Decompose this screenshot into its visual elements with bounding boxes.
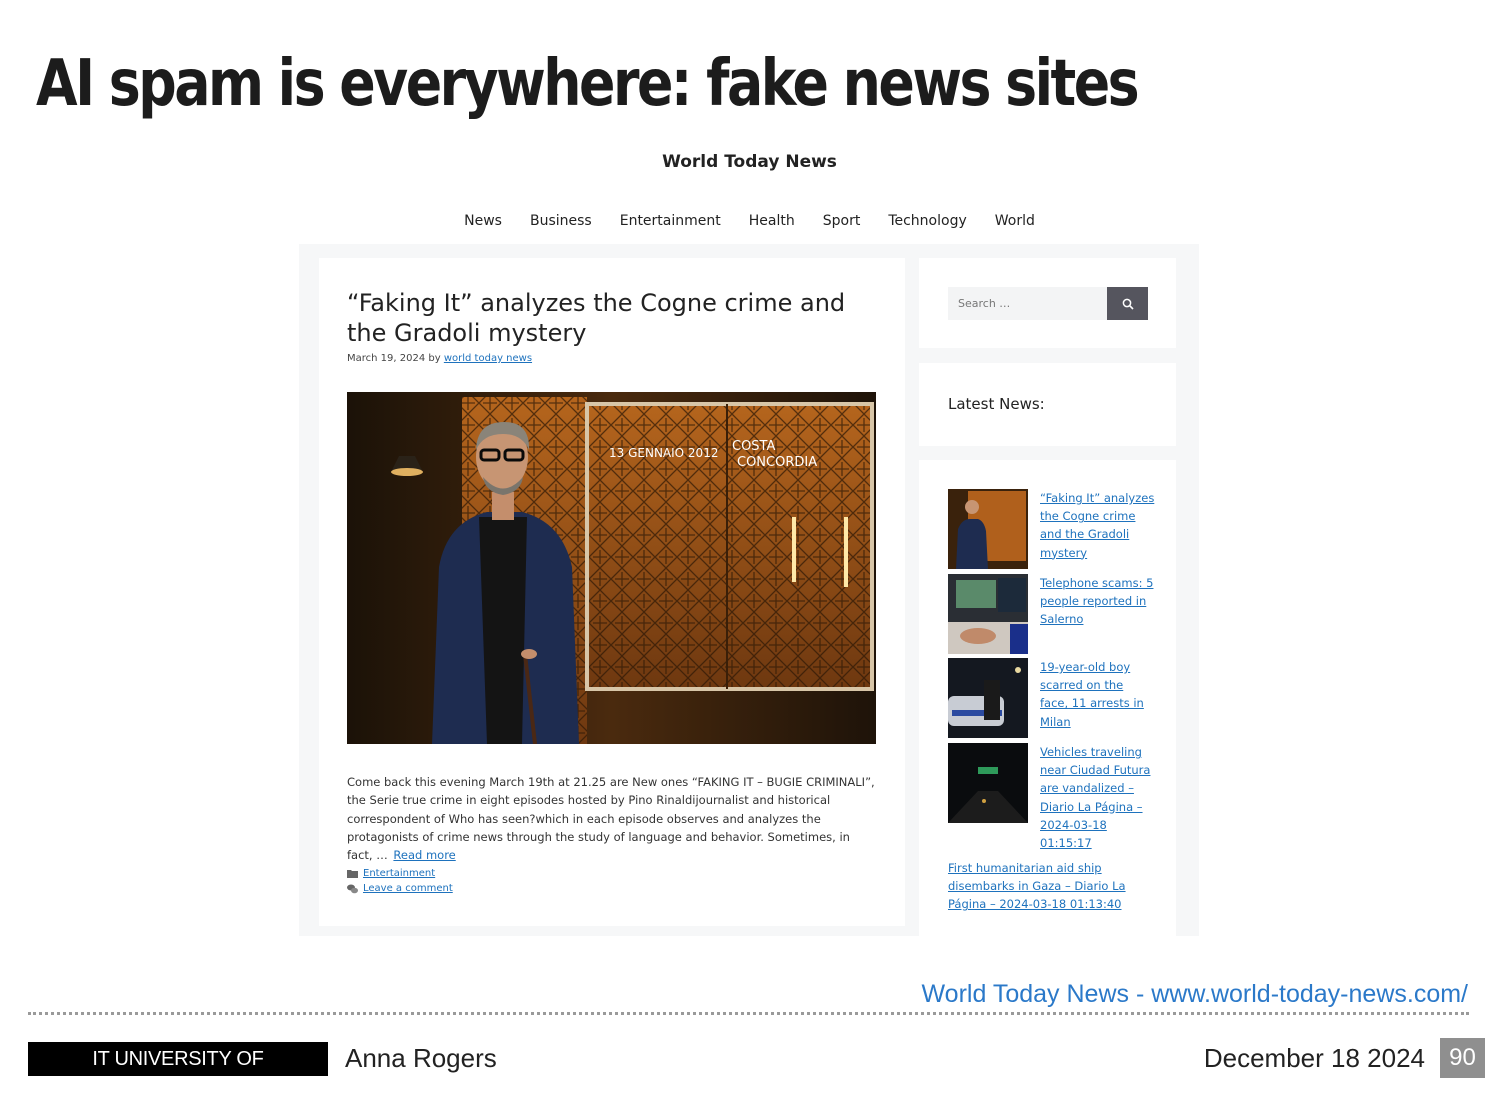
news-link[interactable]: First humanitarian aid ship disembarks i…: [948, 859, 1148, 914]
source-link[interactable]: World Today News - www.world-today-news.…: [922, 980, 1468, 1009]
nav-item-sport[interactable]: Sport: [823, 213, 861, 229]
news-thumbnail[interactable]: [948, 743, 1028, 823]
read-more-link[interactable]: Read more: [393, 848, 455, 862]
news-link[interactable]: Vehicles traveling near Ciudad Futura ar…: [1040, 743, 1155, 852]
search-button[interactable]: [1107, 287, 1148, 320]
nav-item-technology[interactable]: Technology: [888, 213, 966, 229]
article-meta: March 19, 2024 by world today news: [347, 353, 532, 364]
nav-item-business[interactable]: Business: [530, 213, 592, 229]
site-name[interactable]: World Today News: [0, 152, 1499, 172]
author-name: Anna Rogers: [345, 1043, 497, 1073]
site-nav: News Business Entertainment Health Sport…: [0, 213, 1499, 229]
news-thumbnail[interactable]: [948, 574, 1028, 654]
article-by: by: [428, 353, 441, 364]
article-title[interactable]: “Faking It” analyzes the Cogne crime and…: [347, 288, 867, 348]
page-number: 90: [1440, 1038, 1485, 1078]
hero-text-date: 13 GENNAIO 2012: [609, 446, 718, 460]
hero-text-concordia: CONCORDIA: [737, 455, 817, 470]
category-link[interactable]: Entertainment: [363, 866, 435, 881]
slide-title: AI spam is everywhere: fake news sites: [36, 47, 1140, 121]
news-link[interactable]: 19-year-old boy scarred on the face, 11 …: [1040, 658, 1155, 731]
news-link[interactable]: Telephone scams: 5 people reported in Sa…: [1040, 574, 1155, 629]
nav-item-health[interactable]: Health: [749, 213, 795, 229]
article-hero-image[interactable]: 13 GENNAIO 2012 COSTA CONCORDIA: [347, 392, 876, 744]
institution-logo: IT UNIVERSITY OF COPENHAGEN: [28, 1042, 328, 1104]
article-author-link[interactable]: world today news: [444, 353, 532, 364]
article-footer-meta: Entertainment Leave a comment: [347, 866, 453, 896]
slide-date: December 18 2024: [1203, 1043, 1425, 1073]
news-thumbnail[interactable]: [948, 489, 1028, 569]
latest-news-title: Latest News:: [948, 395, 1045, 413]
nav-item-news[interactable]: News: [464, 213, 502, 229]
footer-divider: [28, 1012, 1469, 1015]
search-input[interactable]: [948, 287, 1107, 320]
article-excerpt: Come back this evening March 19th at 21.…: [347, 773, 875, 864]
news-thumbnail[interactable]: [948, 658, 1028, 738]
leave-comment-link[interactable]: Leave a comment: [363, 881, 453, 896]
article-date: March 19, 2024: [347, 353, 426, 364]
hero-text-costa: COSTA: [732, 439, 775, 454]
comments-icon: [347, 884, 358, 893]
magnifier-icon: [1122, 298, 1134, 310]
nav-item-entertainment[interactable]: Entertainment: [620, 213, 721, 229]
nav-item-world[interactable]: World: [995, 213, 1035, 229]
folder-icon: [347, 869, 358, 878]
news-link[interactable]: “Faking It” analyzes the Cogne crime and…: [1040, 489, 1155, 562]
